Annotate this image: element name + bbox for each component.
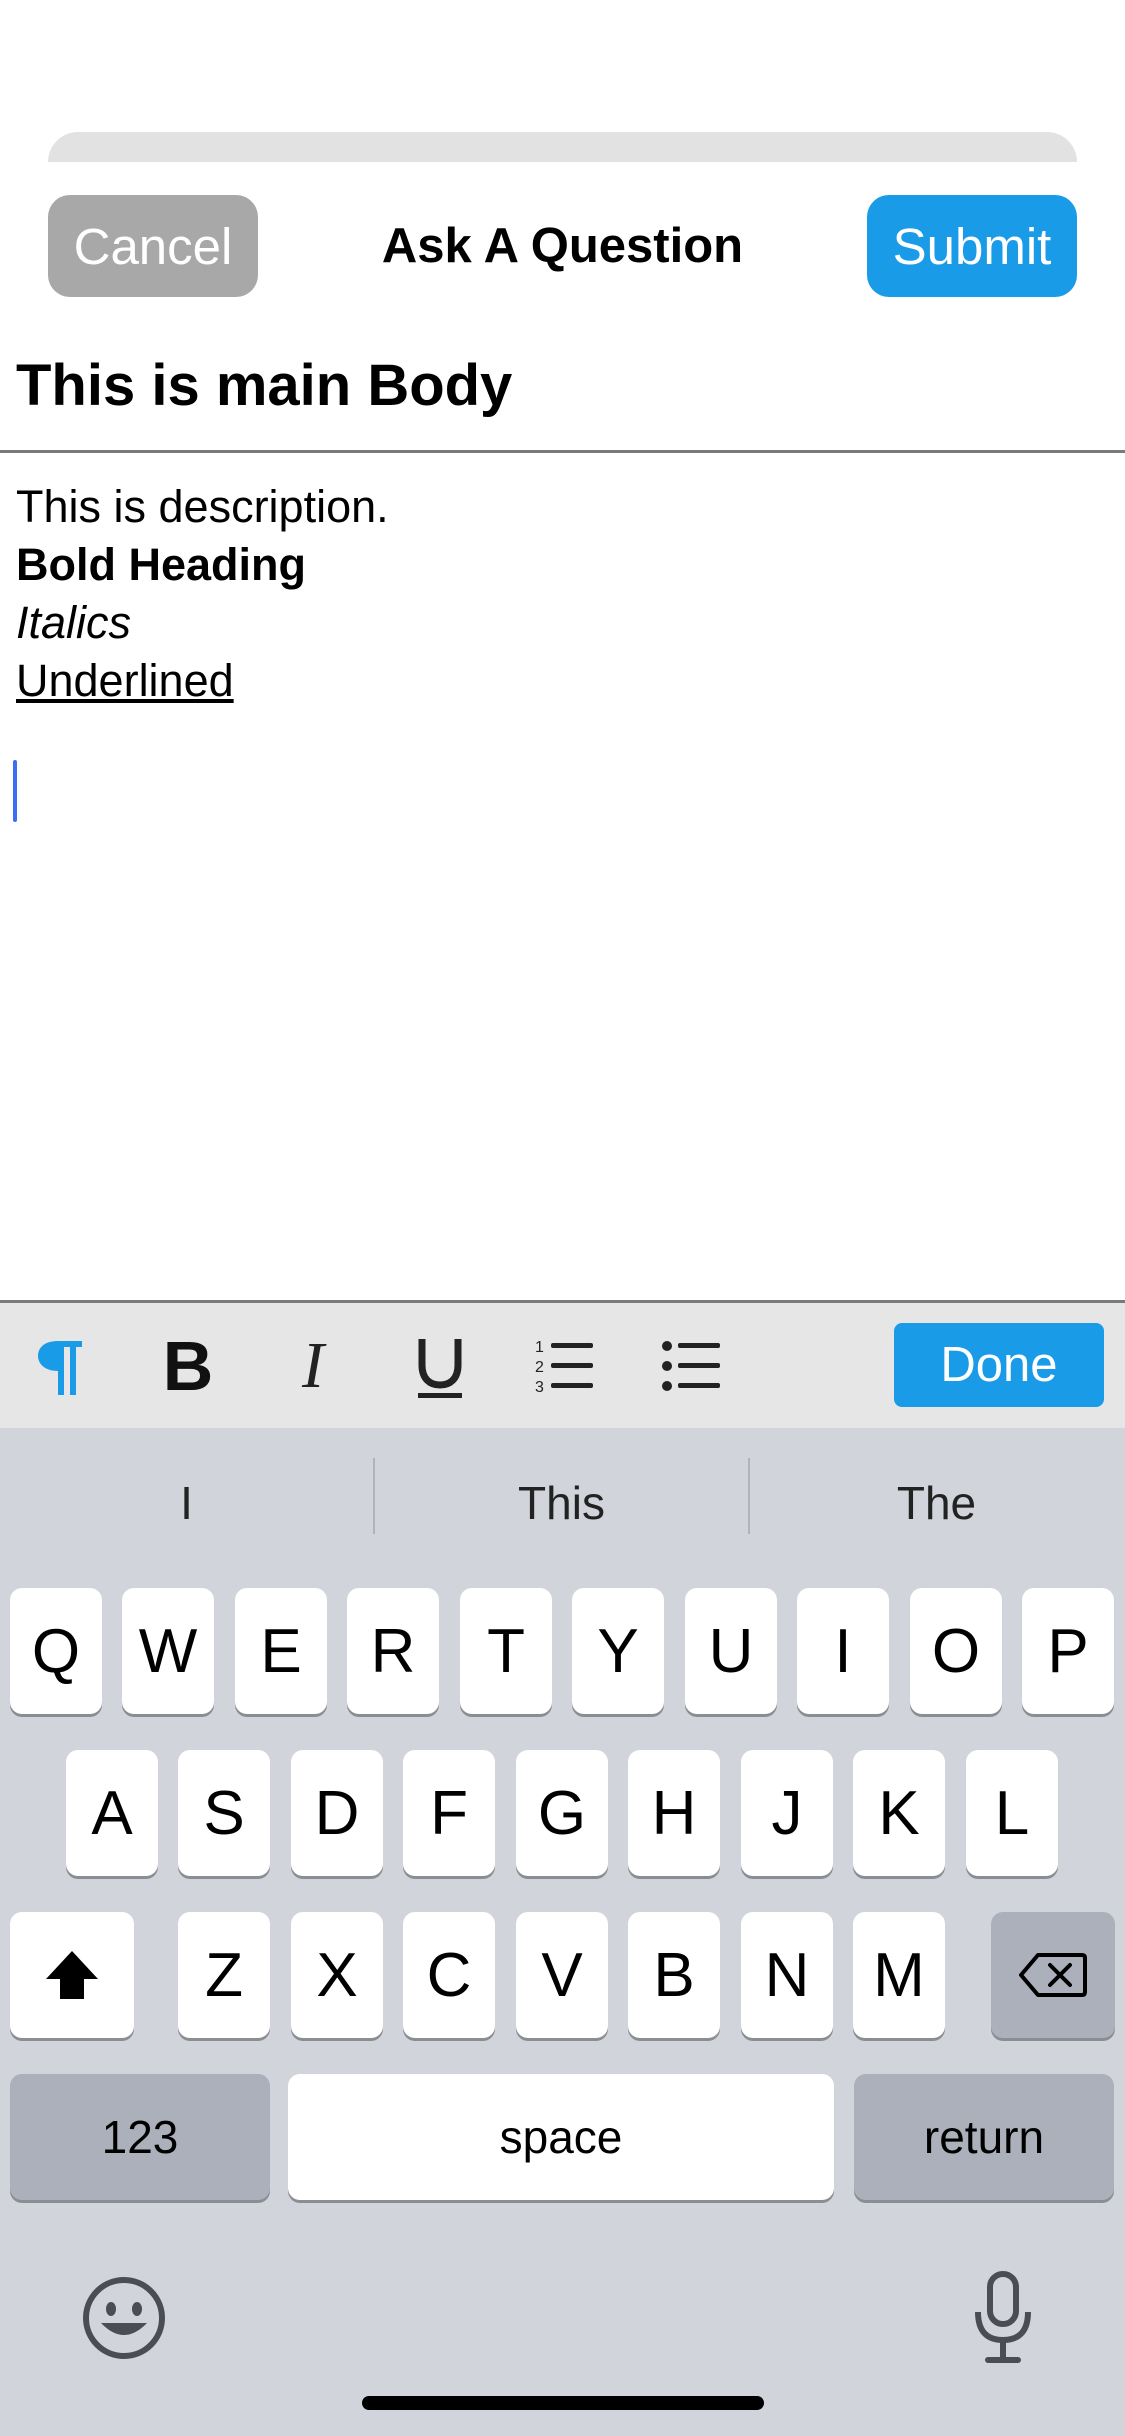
key-e[interactable]: E [235, 1588, 327, 1714]
key-i[interactable]: I [797, 1588, 889, 1714]
key-t[interactable]: T [460, 1588, 552, 1714]
sheet-grabber [48, 132, 1077, 162]
italic-line: Italics [16, 597, 132, 648]
emoji-icon[interactable] [74, 2268, 174, 2368]
bold-heading-line: Bold Heading [16, 539, 306, 590]
key-n[interactable]: N [741, 1912, 833, 2038]
text-caret [13, 760, 17, 822]
key-x[interactable]: X [291, 1912, 383, 2038]
space-key[interactable]: space [288, 2074, 834, 2200]
home-indicator [362, 2396, 764, 2410]
description-line: This is description. [16, 481, 389, 532]
key-d[interactable]: D [291, 1750, 383, 1876]
formatting-toolbar: B I 1 2 3 Done [0, 1303, 1125, 1428]
key-p[interactable]: P [1022, 1588, 1114, 1714]
description-editor[interactable]: This is description. Bold Heading Italic… [16, 478, 389, 710]
key-o[interactable]: O [910, 1588, 1002, 1714]
paragraph-icon[interactable] [10, 1303, 110, 1428]
key-y[interactable]: Y [572, 1588, 664, 1714]
shift-key[interactable] [10, 1912, 134, 2038]
divider [0, 450, 1125, 453]
backspace-icon [1019, 1953, 1087, 1997]
done-button[interactable]: Done [894, 1323, 1104, 1407]
key-k[interactable]: K [853, 1750, 945, 1876]
italic-icon[interactable]: I [263, 1303, 363, 1428]
key-c[interactable]: C [403, 1912, 495, 2038]
suggestion-bar: I This The [0, 1428, 1125, 1578]
microphone-icon[interactable] [953, 2263, 1053, 2373]
key-u[interactable]: U [685, 1588, 777, 1714]
return-key[interactable]: return [854, 2074, 1114, 2200]
numbers-key[interactable]: 123 [10, 2074, 270, 2200]
key-m[interactable]: M [853, 1912, 945, 2038]
key-a[interactable]: A [66, 1750, 158, 1876]
svg-text:1: 1 [535, 1339, 544, 1356]
underline-icon[interactable] [390, 1303, 490, 1428]
key-v[interactable]: V [516, 1912, 608, 2038]
numbered-list-icon[interactable]: 1 2 3 [515, 1303, 615, 1428]
page-title: Ask A Question [381, 219, 744, 273]
key-j[interactable]: J [741, 1750, 833, 1876]
key-f[interactable]: F [403, 1750, 495, 1876]
nav-bar: Cancel Ask A Question Submit [0, 195, 1125, 297]
submit-button[interactable]: Submit [867, 195, 1077, 297]
delete-key[interactable] [991, 1912, 1115, 2038]
key-l[interactable]: L [966, 1750, 1058, 1876]
suggestion-item[interactable]: I [0, 1428, 373, 1578]
key-z[interactable]: Z [178, 1912, 270, 2038]
key-g[interactable]: G [516, 1750, 608, 1876]
svg-text:3: 3 [535, 1379, 544, 1396]
key-s[interactable]: S [178, 1750, 270, 1876]
key-q[interactable]: Q [10, 1588, 102, 1714]
suggestion-item[interactable]: The [750, 1428, 1123, 1578]
question-title-field[interactable]: This is main Body [16, 352, 512, 419]
svg-text:2: 2 [535, 1359, 544, 1376]
bullet-list-icon[interactable] [642, 1303, 742, 1428]
keyboard: I This The Q W E R T Y U I O P A S D F G… [0, 1428, 1125, 2436]
underlined-line: Underlined [16, 655, 234, 706]
bold-icon[interactable]: B [138, 1303, 238, 1428]
key-w[interactable]: W [122, 1588, 214, 1714]
cancel-button[interactable]: Cancel [48, 195, 258, 297]
key-h[interactable]: H [628, 1750, 720, 1876]
suggestion-item[interactable]: This [375, 1428, 748, 1578]
key-b[interactable]: B [628, 1912, 720, 2038]
shift-icon [46, 1951, 98, 1999]
key-r[interactable]: R [347, 1588, 439, 1714]
